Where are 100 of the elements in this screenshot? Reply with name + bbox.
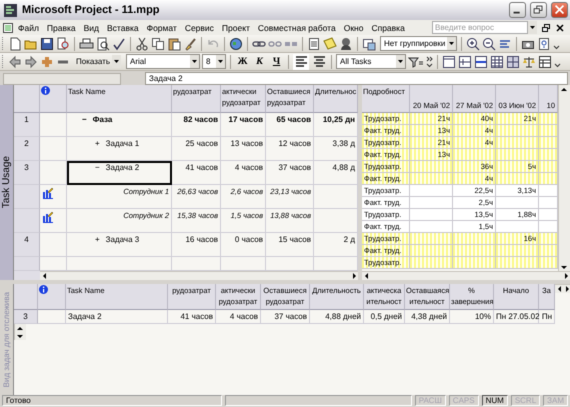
up-arrow-icon[interactable] <box>559 85 569 93</box>
row-header[interactable]: 3 <box>14 161 40 185</box>
highlighted-row-icon[interactable] <box>474 54 488 68</box>
vertical-scrollbar[interactable] <box>14 324 26 340</box>
scissors-icon[interactable] <box>135 36 149 50</box>
spell-check-icon[interactable] <box>112 36 126 50</box>
menu-item[interactable]: Совместная работа <box>254 22 340 32</box>
view-bar-label[interactable]: Task Usage <box>1 156 12 209</box>
status-text: Готово <box>2 395 222 406</box>
save-icon[interactable] <box>40 36 54 50</box>
restore-icon[interactable] <box>530 2 547 18</box>
document-magnifier-icon[interactable] <box>56 36 70 50</box>
center-button[interactable] <box>311 54 328 70</box>
help-icon[interactable] <box>537 36 552 50</box>
show-dropdown[interactable]: Показать <box>72 54 122 69</box>
entry-field[interactable]: Задача 2 <box>145 72 568 85</box>
info-icon <box>39 285 48 294</box>
outline-toggle[interactable]: + <box>95 235 100 244</box>
down-arrow-icon[interactable] <box>559 263 569 271</box>
overflow-icon[interactable] <box>426 54 434 68</box>
menu-item[interactable]: Справка <box>367 22 409 32</box>
calendar-icon[interactable] <box>490 54 504 68</box>
up-arrow-icon[interactable] <box>15 324 25 332</box>
info-icon <box>41 86 50 95</box>
scales-icon[interactable] <box>522 54 536 68</box>
table-cell <box>539 257 558 269</box>
menu-item[interactable]: Проект <box>218 22 254 32</box>
menu-item[interactable]: Формат <box>142 22 181 32</box>
vertical-scrollbar[interactable] <box>558 85 570 271</box>
table-cell: 3,38 д <box>314 137 358 161</box>
row-header[interactable]: 2 <box>14 137 40 161</box>
restore-icon[interactable] <box>541 22 551 32</box>
align-left-button[interactable] <box>293 54 310 70</box>
horizontal-scrollbar[interactable] <box>555 284 570 293</box>
task-name: Задача 1 <box>106 139 140 148</box>
minimize-icon[interactable] <box>509 2 526 18</box>
table-cell <box>496 125 539 137</box>
split-view-icon[interactable] <box>458 54 472 68</box>
table-cell <box>453 149 496 161</box>
menu-item[interactable]: Файл <box>14 22 43 32</box>
table-cell <box>410 197 453 209</box>
menu-item[interactable]: Вид <box>80 22 104 32</box>
table-cell <box>539 161 558 173</box>
table-cell: 4,88 дней <box>310 310 364 324</box>
table-cell <box>453 233 496 245</box>
table-cell <box>496 221 539 233</box>
row-header[interactable]: 3 <box>14 310 38 324</box>
filter-dropdown[interactable]: All Tasks <box>336 54 406 69</box>
underline-button[interactable]: Ч <box>269 54 284 70</box>
horizontal-scrollbar[interactable] <box>362 271 570 280</box>
table-cell: 37 часов <box>266 161 314 185</box>
menu-item[interactable]: Сервис <box>180 22 218 32</box>
table-cell <box>172 257 221 271</box>
resources-icon[interactable] <box>339 36 353 50</box>
column-header[interactable] <box>38 284 66 310</box>
table-cell: Задача 2 <box>66 310 168 324</box>
blank-view-icon[interactable] <box>442 54 456 68</box>
menu-item[interactable]: Правка <box>42 22 80 32</box>
table-cell: 4,88 д <box>314 161 358 185</box>
filter-icon[interactable] <box>408 54 424 68</box>
row-header[interactable]: 4 <box>14 233 40 257</box>
font-size-dropdown[interactable]: 8 <box>202 54 226 69</box>
table-cell <box>539 173 558 185</box>
column-header <box>453 85 496 99</box>
assignment-icon <box>42 211 54 223</box>
table-icon[interactable] <box>538 54 552 68</box>
horizontal-scrollbar[interactable] <box>40 271 358 280</box>
globe-icon[interactable] <box>229 36 243 50</box>
row-header[interactable]: 1 <box>14 113 40 137</box>
bold-button[interactable]: Ж <box>235 54 250 70</box>
document-icon[interactable] <box>2 22 14 34</box>
window-icon[interactable] <box>362 36 376 50</box>
app-icon[interactable] <box>3 2 18 18</box>
menu-item[interactable]: Вставка <box>103 22 143 32</box>
outline-toggle[interactable]: − <box>95 163 100 172</box>
column-header[interactable] <box>40 85 67 113</box>
close-icon[interactable] <box>555 22 565 32</box>
zoom-out-icon[interactable] <box>482 36 496 50</box>
font-dropdown[interactable]: Arial <box>126 54 200 69</box>
copy-icon[interactable] <box>151 36 165 50</box>
right-arrow-icon[interactable] <box>350 272 358 280</box>
clipboard-icon[interactable] <box>167 36 181 50</box>
down-arrow-icon[interactable] <box>15 332 25 340</box>
zoom-in-icon[interactable] <box>466 36 480 50</box>
outline-toggle[interactable]: − <box>82 115 87 124</box>
italic-button[interactable]: К <box>252 54 268 70</box>
table-cell <box>496 245 539 257</box>
group-by-dropdown[interactable]: Нет группировки <box>380 36 458 51</box>
outline-toggle[interactable]: + <box>95 139 100 148</box>
table-cell: 41 часов <box>172 161 221 185</box>
brush-icon[interactable] <box>183 36 197 50</box>
printer-icon[interactable] <box>79 36 94 50</box>
columns-icon[interactable] <box>506 54 520 68</box>
table-cell: Пн <box>539 310 555 324</box>
print-preview-icon[interactable] <box>96 36 110 50</box>
table-cell <box>496 197 539 209</box>
table-cell: 12 часов <box>266 137 314 161</box>
help-search-field[interactable]: Введите вопрос <box>432 21 528 34</box>
task-info-icon[interactable] <box>307 36 321 50</box>
menu-item[interactable]: Окно <box>340 22 368 32</box>
